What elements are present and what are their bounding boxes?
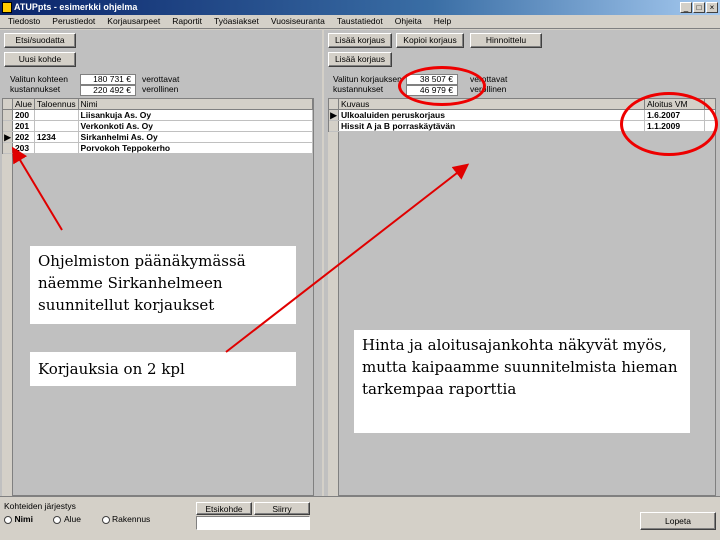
arrow-to-repairs (225, 163, 470, 353)
annotation-arrows (11, 146, 470, 353)
arrow-to-selected-property (11, 146, 63, 231)
